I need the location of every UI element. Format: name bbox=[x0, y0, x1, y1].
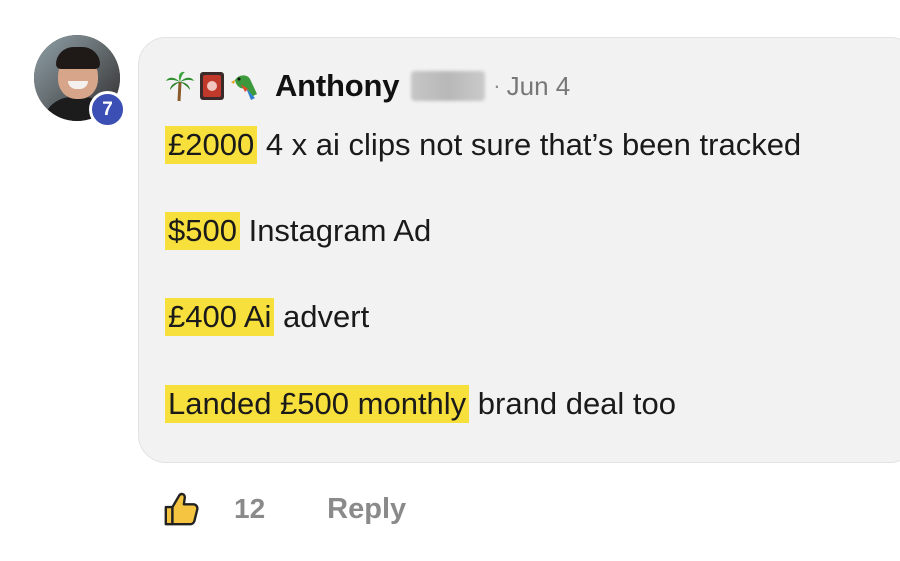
palm-tree-icon bbox=[166, 71, 194, 102]
highlighted-text: $500 bbox=[165, 212, 240, 250]
thumbs-up-icon[interactable] bbox=[162, 490, 200, 528]
comment-actions: 12 Reply bbox=[162, 486, 406, 532]
reply-button[interactable]: Reply bbox=[327, 493, 406, 526]
comment-date[interactable]: Jun 4 bbox=[507, 71, 571, 102]
like-count: 12 bbox=[234, 493, 266, 524]
comment-line-4: Landed £500 monthly brand deal too bbox=[165, 384, 676, 424]
parrot-icon bbox=[231, 75, 257, 100]
author-emojis bbox=[165, 70, 263, 102]
comment-line-2: $500 Instagram Ad bbox=[165, 211, 431, 251]
highlighted-text: £2000 bbox=[165, 126, 258, 164]
line-text: advert bbox=[274, 299, 370, 334]
comment-line-3: £400 Ai advert bbox=[165, 297, 369, 337]
redacted-surname bbox=[411, 71, 486, 101]
level-badge: 7 bbox=[89, 91, 126, 128]
highlighted-text: Landed £500 monthly bbox=[165, 385, 470, 423]
author-name[interactable]: Anthony bbox=[275, 68, 399, 104]
highlighted-text: £400 Ai bbox=[165, 298, 275, 336]
comment-header: Anthony · Jun 4 bbox=[165, 66, 570, 106]
line-text: Instagram Ad bbox=[239, 213, 432, 248]
line-text: brand deal too bbox=[469, 386, 677, 421]
comment-line-1: £2000 4 x ai clips not sure that’s been … bbox=[165, 125, 801, 165]
line-text: 4 x ai clips not sure that’s been tracke… bbox=[257, 127, 802, 162]
separator-dot: · bbox=[493, 73, 501, 98]
author-avatar-group[interactable]: 7 bbox=[34, 35, 126, 128]
red-card-icon bbox=[200, 72, 224, 100]
